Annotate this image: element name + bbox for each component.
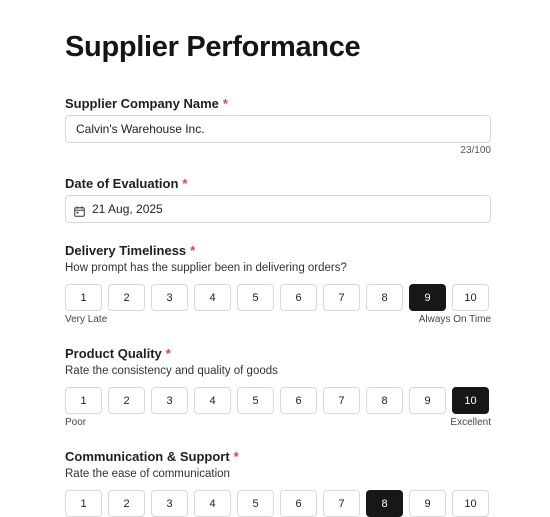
delivery-timeliness-label: Delivery Timeliness * bbox=[65, 243, 195, 258]
communication-option-9[interactable]: 9 bbox=[409, 490, 446, 517]
delivery-timeliness-help: How prompt has the supplier been in deli… bbox=[65, 262, 347, 274]
delivery-timeliness-scale: 1 2 3 4 5 6 7 8 9 10 bbox=[65, 284, 489, 311]
delivery-option-6[interactable]: 6 bbox=[280, 284, 317, 311]
delivery-option-8[interactable]: 8 bbox=[366, 284, 403, 311]
delivery-option-2[interactable]: 2 bbox=[108, 284, 145, 311]
communication-option-5[interactable]: 5 bbox=[237, 490, 274, 517]
evaluation-date-label-text: Date of Evaluation bbox=[65, 176, 179, 191]
evaluation-date-label: Date of Evaluation * bbox=[65, 176, 187, 191]
character-counter: 23/100 bbox=[460, 145, 491, 156]
quality-option-5[interactable]: 5 bbox=[237, 387, 274, 414]
quality-option-3[interactable]: 3 bbox=[151, 387, 188, 414]
communication-support-label-text: Communication & Support bbox=[65, 449, 230, 464]
quality-low-anchor: Poor bbox=[65, 417, 87, 428]
delivery-option-10[interactable]: 10 bbox=[452, 284, 489, 311]
required-asterisk: * bbox=[165, 346, 171, 361]
delivery-timeliness-label-text: Delivery Timeliness bbox=[65, 243, 187, 258]
required-asterisk: * bbox=[233, 449, 239, 464]
delivery-option-9[interactable]: 9 bbox=[409, 284, 446, 311]
communication-option-7[interactable]: 7 bbox=[323, 490, 360, 517]
quality-option-6[interactable]: 6 bbox=[280, 387, 317, 414]
quality-option-2[interactable]: 2 bbox=[108, 387, 145, 414]
quality-option-7[interactable]: 7 bbox=[323, 387, 360, 414]
communication-option-4[interactable]: 4 bbox=[194, 490, 231, 517]
product-quality-scale: 1 2 3 4 5 6 7 8 9 10 bbox=[65, 387, 489, 414]
product-quality-label: Product Quality * bbox=[65, 346, 171, 361]
delivery-option-1[interactable]: 1 bbox=[65, 284, 102, 311]
delivery-option-7[interactable]: 7 bbox=[323, 284, 360, 311]
evaluation-date-picker[interactable]: 21 Aug, 2025 bbox=[65, 195, 491, 223]
calendar-icon bbox=[74, 204, 85, 217]
quality-high-anchor: Excellent bbox=[450, 417, 491, 428]
communication-option-2[interactable]: 2 bbox=[108, 490, 145, 517]
product-quality-help: Rate the consistency and quality of good… bbox=[65, 365, 278, 377]
required-asterisk: * bbox=[222, 96, 228, 111]
communication-option-1[interactable]: 1 bbox=[65, 490, 102, 517]
quality-option-1[interactable]: 1 bbox=[65, 387, 102, 414]
communication-support-scale: 1 2 3 4 5 6 7 8 9 10 bbox=[65, 490, 489, 517]
company-name-label-text: Supplier Company Name bbox=[65, 96, 219, 111]
delivery-option-5[interactable]: 5 bbox=[237, 284, 274, 311]
page-title: Supplier Performance bbox=[65, 31, 361, 63]
communication-option-3[interactable]: 3 bbox=[151, 490, 188, 517]
communication-support-help: Rate the ease of communication bbox=[65, 468, 230, 480]
company-name-label: Supplier Company Name * bbox=[65, 96, 228, 111]
product-quality-label-text: Product Quality bbox=[65, 346, 162, 361]
communication-option-8[interactable]: 8 bbox=[366, 490, 403, 517]
delivery-option-3[interactable]: 3 bbox=[151, 284, 188, 311]
evaluation-date-value: 21 Aug, 2025 bbox=[92, 202, 163, 216]
required-asterisk: * bbox=[190, 243, 196, 258]
quality-option-10[interactable]: 10 bbox=[452, 387, 489, 414]
delivery-high-anchor: Always On Time bbox=[418, 314, 491, 325]
delivery-low-anchor: Very Late bbox=[65, 314, 108, 325]
communication-option-10[interactable]: 10 bbox=[452, 490, 489, 517]
quality-option-4[interactable]: 4 bbox=[194, 387, 231, 414]
communication-option-6[interactable]: 6 bbox=[280, 490, 317, 517]
communication-support-label: Communication & Support * bbox=[65, 449, 239, 464]
company-name-input[interactable]: Calvin's Warehouse Inc. bbox=[65, 115, 491, 143]
company-name-value: Calvin's Warehouse Inc. bbox=[76, 122, 205, 136]
required-asterisk: * bbox=[182, 176, 188, 191]
quality-option-9[interactable]: 9 bbox=[409, 387, 446, 414]
delivery-option-4[interactable]: 4 bbox=[194, 284, 231, 311]
quality-option-8[interactable]: 8 bbox=[366, 387, 403, 414]
